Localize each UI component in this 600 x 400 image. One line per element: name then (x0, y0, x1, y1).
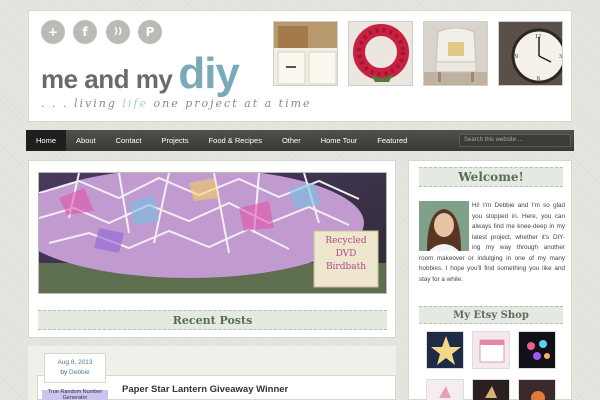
site-logo[interactable]: me and my diy (41, 49, 240, 99)
clock-numeral: 6 (537, 76, 540, 82)
clock-numeral: 12 (535, 34, 541, 40)
header-photo-clock[interactable]: 12 3 6 9 (498, 21, 563, 86)
post-thumbnail[interactable]: True Random Number Generator (42, 389, 108, 400)
nav-item-other[interactable]: Other (272, 130, 311, 151)
logo-text-main: me and my (41, 64, 173, 94)
pinterest-icon[interactable]: P (138, 20, 162, 44)
logo-text-diy: diy (178, 49, 240, 98)
feature-label-line: DVD (335, 249, 357, 259)
clock-numeral: 3 (559, 54, 562, 60)
nav-item-about[interactable]: About (66, 130, 106, 151)
feature-label: Recycled DVD Birdbath (314, 235, 378, 274)
header-photo-cabinet[interactable] (273, 21, 338, 86)
nav-item-food-recipes[interactable]: Food & Recipes (199, 130, 272, 151)
nav-item-featured[interactable]: Featured (367, 130, 417, 151)
plus-icon[interactable]: + (41, 20, 65, 44)
featured-panel: Recycled DVD Birdbath Recent Posts (28, 160, 396, 338)
feature-image-birdbath[interactable]: Recycled DVD Birdbath (38, 172, 387, 294)
feature-label-line: Birdbath (325, 262, 367, 272)
nav-item-home-tour[interactable]: Home Tour (311, 130, 368, 151)
main-nav: Home About Contact Projects Food & Recip… (26, 130, 574, 151)
nav-item-home[interactable]: Home (26, 130, 67, 151)
site-tagline: . . . living life one project at a time (41, 97, 501, 110)
nav-item-contact[interactable]: Contact (106, 130, 152, 151)
etsy-item-lights[interactable] (518, 331, 556, 369)
site-header: + f )) P me and my diy . . . living life… (28, 10, 572, 122)
post-author-link[interactable]: Debbie (69, 369, 90, 376)
facebook-icon[interactable]: f (73, 20, 97, 44)
post-title[interactable]: Paper Star Lantern Giveaway Winner (122, 384, 288, 395)
post-date-tab: Aug 8, 2013 by Debbie (44, 353, 106, 383)
header-photo-chair[interactable] (423, 21, 488, 86)
tagline-part: . . . living (41, 97, 123, 110)
byline-prefix: by (60, 369, 70, 376)
tagline-part: one project at a time (148, 97, 312, 110)
welcome-heading: Welcome! (419, 167, 563, 187)
etsy-item-glow[interactable] (518, 379, 556, 400)
sidebar: Welcome! Hi! I'm Debbie and I'm so glad … (408, 160, 572, 400)
etsy-item-dark-star[interactable] (472, 379, 510, 400)
nav-item-projects[interactable]: Projects (151, 130, 198, 151)
feature-label-line: Recycled (325, 236, 367, 246)
rss-icon[interactable]: )) (106, 20, 130, 44)
author-avatar (419, 201, 469, 251)
recent-posts-heading: Recent Posts (38, 310, 387, 330)
header-photo-wreath[interactable] (348, 21, 413, 86)
clock-numeral: 9 (515, 54, 518, 60)
etsy-heading: My Etsy Shop (419, 306, 563, 324)
etsy-item-star-lantern[interactable] (426, 331, 464, 369)
post-date: Aug 8, 2013 (57, 359, 93, 366)
tagline-highlight: life (122, 97, 148, 110)
post-byline: by Debbie (45, 368, 105, 378)
search-input[interactable]: Search this website ... (459, 134, 571, 147)
etsy-item-calendar[interactable] (472, 331, 510, 369)
etsy-item-pink-star[interactable] (426, 379, 464, 400)
